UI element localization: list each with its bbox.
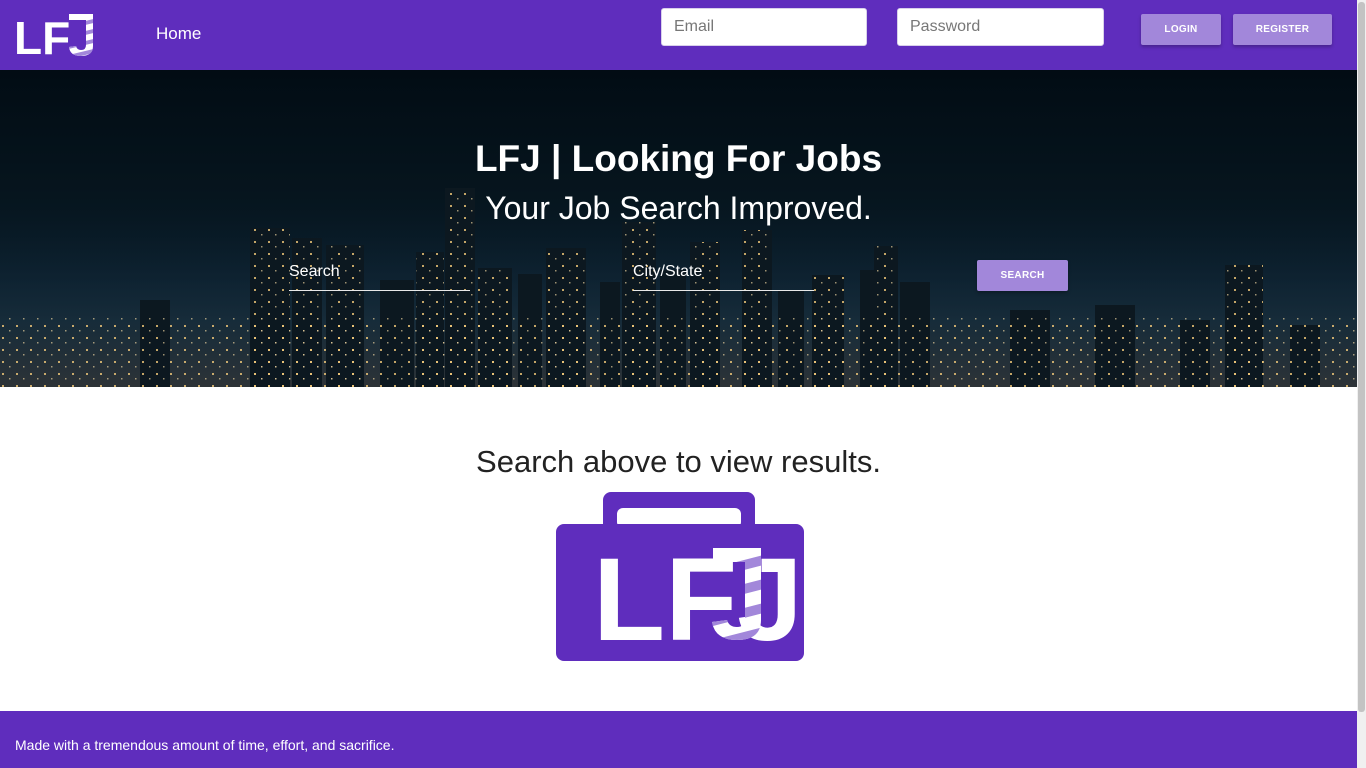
results-heading: Search above to view results.	[476, 443, 881, 479]
login-button[interactable]: LOGIN	[1141, 14, 1221, 45]
hero-banner: LFJ | Looking For Jobs Your Job Search I…	[0, 70, 1357, 387]
job-search-input[interactable]	[289, 256, 470, 288]
nav-home-link[interactable]: Home	[156, 24, 201, 44]
city-state-input[interactable]	[633, 256, 814, 288]
email-field[interactable]	[661, 8, 867, 46]
navbar: LF Home LOGIN REGISTER	[0, 0, 1357, 70]
password-field[interactable]	[897, 8, 1104, 46]
city-skyline-image	[0, 188, 1357, 387]
footer-text: Made with a tremendous amount of time, e…	[15, 737, 395, 753]
job-search-field-wrapper	[289, 256, 470, 291]
search-button[interactable]: SEARCH	[977, 260, 1068, 291]
lfj-logo[interactable]: LF	[14, 12, 98, 58]
register-button[interactable]: REGISTER	[1233, 14, 1332, 45]
hero-title: LFJ | Looking For Jobs	[474, 138, 883, 179]
scrollbar-thumb[interactable]	[1358, 2, 1365, 712]
logo-letters: LF	[14, 12, 70, 58]
lfj-briefcase-logo: LFJ	[556, 492, 804, 662]
vertical-scrollbar[interactable]	[1357, 0, 1366, 768]
city-state-field-wrapper	[633, 256, 814, 291]
footer: Made with a tremendous amount of time, e…	[0, 711, 1357, 768]
hero-subtitle: Your Job Search Improved.	[485, 190, 872, 226]
briefcase-logo-letters: LFJ	[593, 534, 803, 662]
